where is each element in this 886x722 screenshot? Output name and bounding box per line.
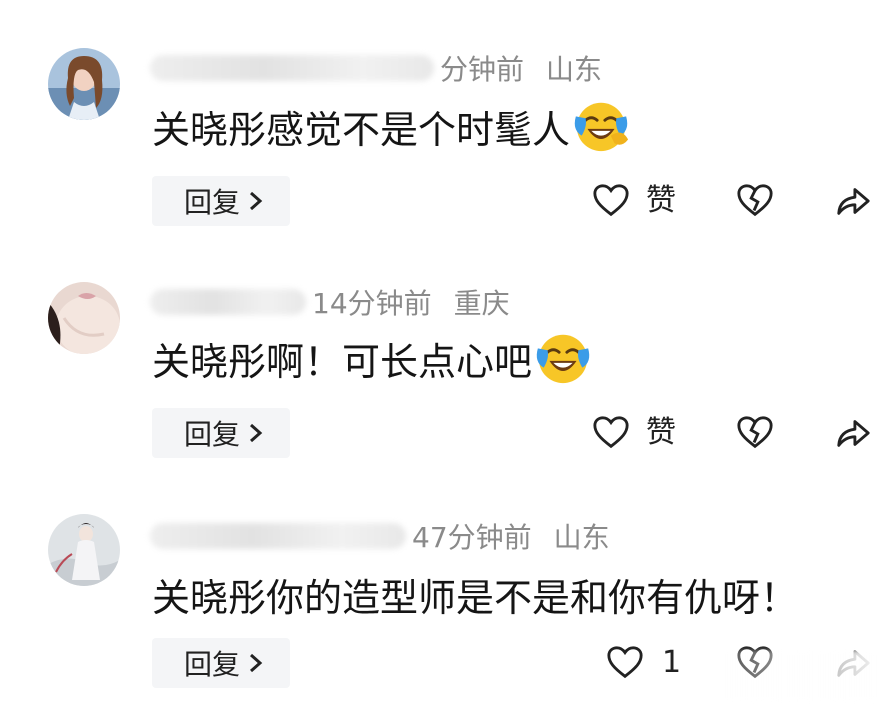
avatar[interactable] [48, 48, 120, 120]
comment-location: 重庆 [453, 287, 510, 320]
comment-text-row: 关晓彤你的造型师是不是和你有仇呀！ [152, 566, 798, 622]
username-redacted [150, 523, 406, 549]
comment-location: 山东 [553, 521, 610, 554]
username-redacted [150, 55, 434, 81]
laughing-crying-emoji-icon [574, 102, 629, 152]
username-redacted [150, 289, 306, 315]
share-arrow-icon[interactable] [834, 414, 872, 452]
comment-time: 14分钟前 [312, 287, 432, 320]
broken-heart-icon[interactable] [736, 182, 774, 220]
like-count: 1 [662, 645, 682, 680]
comment-location: 山东 [546, 53, 603, 86]
like-label[interactable]: 赞 [646, 414, 676, 452]
comment-time: 分钟前 [440, 53, 525, 86]
broken-heart-icon[interactable] [736, 414, 774, 452]
like-label[interactable]: 赞 [646, 182, 676, 220]
watermark-overlay [718, 650, 878, 702]
comment-meta: 14分钟前 重庆 [150, 284, 510, 320]
comment-text-row: 关晓彤啊！可长点心吧 [152, 330, 592, 386]
heart-outline-icon[interactable] [606, 644, 644, 682]
avatar[interactable] [48, 514, 120, 586]
comment-time: 47分钟前 [412, 521, 532, 554]
comment-meta: 47分钟前 山东 [150, 518, 610, 554]
comment-text: 关晓彤啊！可长点心吧 [152, 339, 533, 384]
comment-actions: 赞 [0, 414, 886, 464]
heart-outline-icon[interactable] [592, 414, 630, 452]
heart-outline-icon[interactable] [592, 182, 630, 220]
comment-text: 关晓彤感觉不是个时髦人 [152, 107, 571, 152]
laughing-crying-emoji-icon [536, 334, 590, 384]
comment-text: 关晓彤你的造型师是不是和你有仇呀！ [152, 575, 799, 620]
avatar[interactable] [48, 282, 120, 354]
share-arrow-icon[interactable] [834, 182, 872, 220]
comment-text-row: 关晓彤感觉不是个时髦人 [152, 98, 630, 154]
comment-meta: 分钟前 山东 [150, 50, 602, 86]
comment-actions: 赞 [0, 182, 886, 232]
